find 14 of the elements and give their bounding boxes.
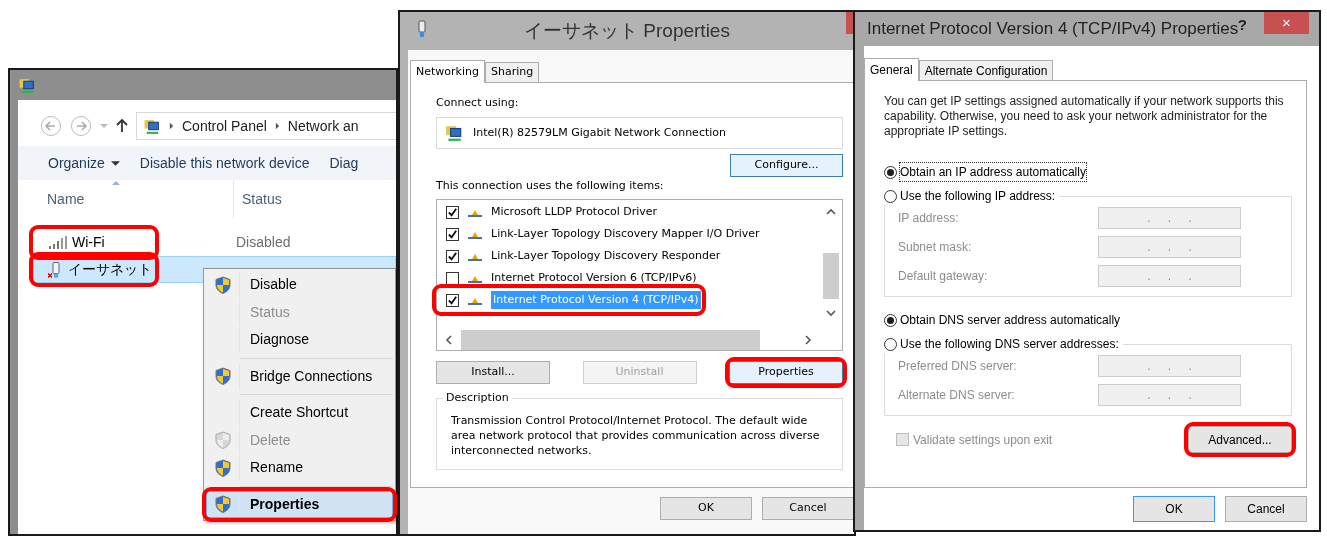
field-label: Alternate DNS server:: [898, 386, 1015, 404]
description-text: Transmission Control Protocol/Internet Protocol. The default wide area network protocol that provides communication across diverse interconnected networks.: [451, 413, 821, 458]
intro-text: You can get IP settings assigned automatically if your network supports this capability. Otherwise, you need to ask your network administrator for the appropriate IP settings.: [884, 94, 1284, 139]
adapter-name: Intel(R) 82579LM Gigabit Network Connection: [473, 124, 726, 141]
label: This connection uses the following items:: [436, 178, 665, 194]
field-label: Subnet mask:: [898, 238, 972, 256]
status-text: Disabled: [236, 233, 291, 252]
group-title: Description: [443, 390, 512, 406]
window-title: イーサネット Properties: [524, 18, 730, 43]
label: Connect using:: [436, 95, 520, 111]
field-label: IP address:: [898, 209, 959, 227]
field-label: Default gateway:: [898, 267, 988, 285]
window-title: Internet Protocol Version 4 (TCP/IPv4) Properties: [867, 18, 1239, 41]
field-label: Preferred DNS server:: [898, 357, 1017, 375]
